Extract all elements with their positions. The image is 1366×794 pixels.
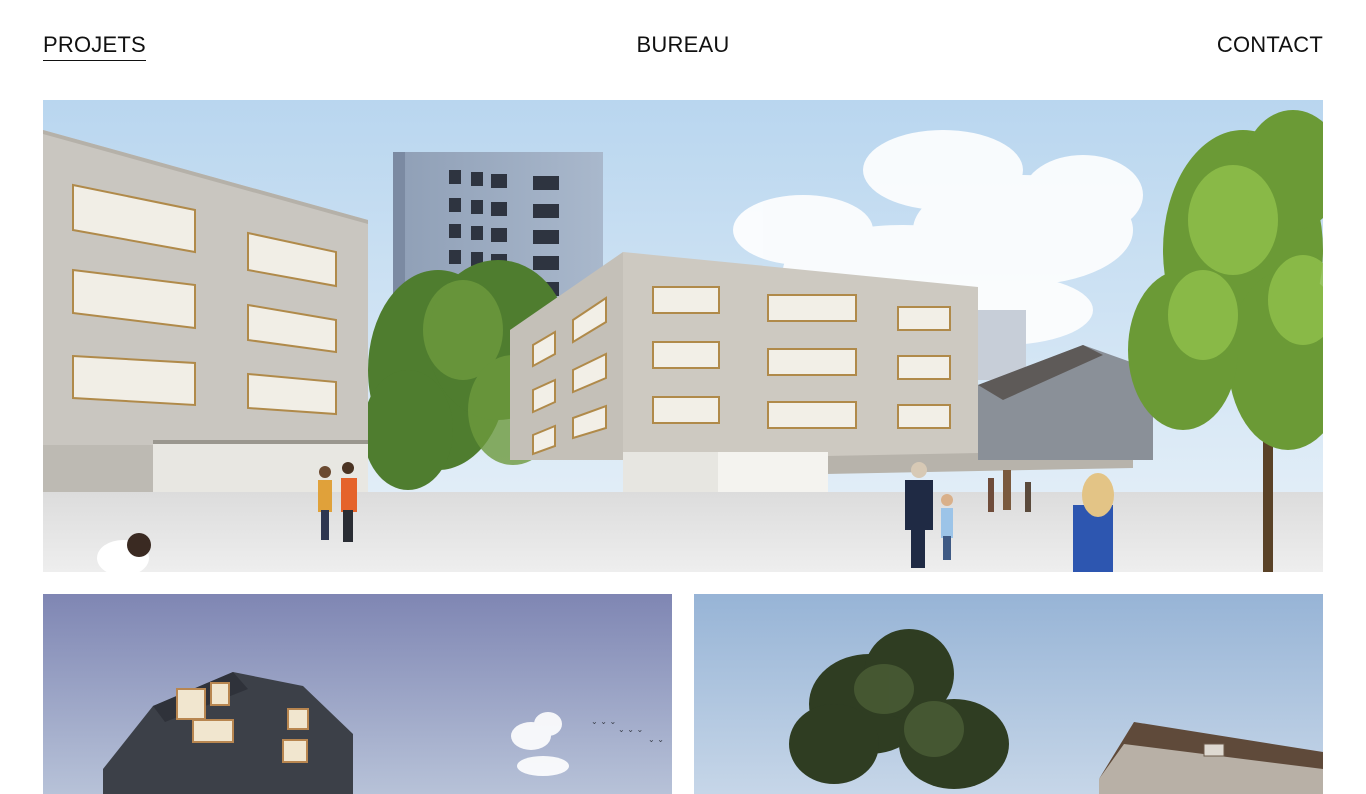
svg-text:⌄ ⌄: ⌄ ⌄ — [648, 735, 664, 744]
nav-link-contact[interactable]: CONTACT — [1217, 31, 1323, 59]
svg-text:⌄ ⌄ ⌄: ⌄ ⌄ ⌄ — [618, 725, 643, 734]
project-image-3[interactable] — [694, 594, 1323, 794]
trees-and-house-image — [694, 594, 1323, 794]
main-navigation: PROJETS BUREAU CONTACT — [43, 0, 1323, 100]
project-image-2[interactable]: ⌄ ⌄ ⌄ ⌄ ⌄ ⌄ ⌄ ⌄ — [43, 594, 672, 794]
project-image-hero[interactable] — [43, 100, 1323, 572]
nav-link-projets[interactable]: PROJETS — [43, 31, 146, 61]
school-courtyard-image — [43, 100, 1323, 572]
svg-text:⌄ ⌄ ⌄: ⌄ ⌄ ⌄ — [591, 717, 616, 726]
angular-tower-image: ⌄ ⌄ ⌄ ⌄ ⌄ ⌄ ⌄ ⌄ — [43, 594, 672, 794]
nav-link-bureau[interactable]: BUREAU — [637, 31, 730, 59]
